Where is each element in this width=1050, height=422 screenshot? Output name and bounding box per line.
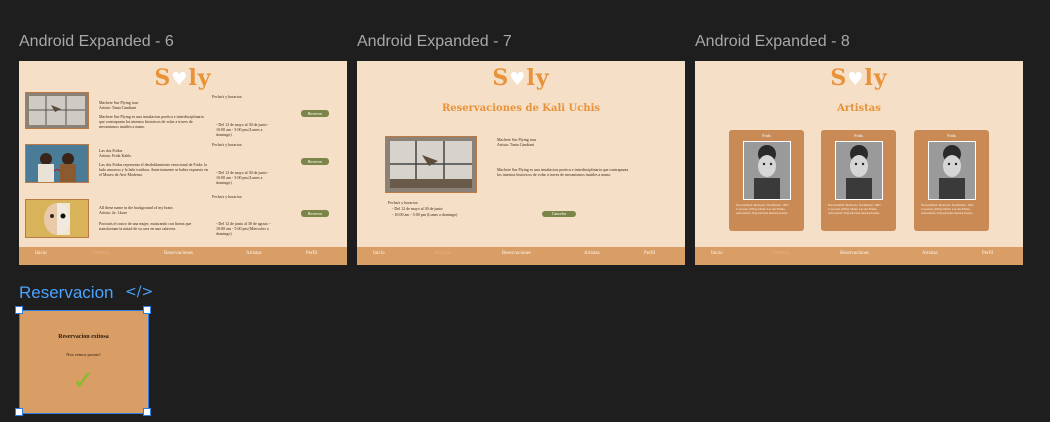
logo: S♥ly bbox=[830, 65, 888, 91]
nav-inicio[interactable]: Inicio bbox=[711, 251, 723, 256]
reserve-button[interactable]: Reservar bbox=[301, 158, 329, 165]
bottom-nav: Inicio Eventos Reservaciones Artistas Pe… bbox=[695, 247, 1023, 265]
nav-artistas[interactable]: Artistas bbox=[584, 251, 600, 256]
event-dates-label: Fecha/s y horarios: bbox=[388, 200, 419, 205]
frame-android-expanded-6[interactable]: S♥ly Machete Sur Flying tour Artista: Ta… bbox=[19, 61, 347, 265]
event-date-line: - 10:00 am - 5:00 pm (Lunes a domingo) bbox=[392, 212, 458, 217]
page-title: Reservaciones de Kali Uchis bbox=[441, 103, 601, 114]
frame-android-expanded-8[interactable]: S♥ly Artistas Frida Nacionalidad: Mexica… bbox=[695, 61, 1023, 265]
event-image[interactable] bbox=[385, 136, 477, 193]
frame-label-android-6[interactable]: Android Expanded - 6 bbox=[19, 33, 174, 51]
artist-card[interactable]: Frida Nacionalidad: Mexicana. Nacimiento… bbox=[729, 130, 804, 231]
nav-inicio[interactable]: Inicio bbox=[35, 251, 47, 256]
nav-reservaciones[interactable]: Reservaciones bbox=[840, 251, 869, 256]
event-dates-label: Fecha/s y horarios: bbox=[212, 194, 243, 199]
artist-photo bbox=[743, 141, 791, 200]
artist-name: Frida bbox=[762, 133, 771, 138]
heart-icon: ♥ bbox=[509, 69, 527, 90]
resize-handle-bottom-left[interactable] bbox=[15, 408, 23, 416]
nav-perfil[interactable]: Perfil bbox=[982, 251, 993, 256]
event-dates-label: Fecha/s y horarios: bbox=[212, 142, 243, 147]
nav-perfil[interactable]: Perfil bbox=[306, 251, 317, 256]
artist-card[interactable]: Frida Nacionalidad: Mexicana. Nacimiento… bbox=[914, 130, 989, 231]
event-description: Portraits el rostro de una mujer, mostra… bbox=[99, 221, 192, 231]
event-dates: - Del 12 de junio al 30 de agosto - 10:0… bbox=[216, 221, 271, 236]
event-artist: Artista: Frida Kahlo bbox=[99, 153, 132, 158]
event-description: Las dos Fridas representa el desdoblamie… bbox=[99, 162, 208, 177]
reserve-button[interactable]: Reservar bbox=[301, 210, 329, 217]
artist-name: Frida bbox=[854, 133, 863, 138]
bottom-nav: Inicio Eventos Reservaciones Artistas Pe… bbox=[357, 247, 685, 265]
artist-photo bbox=[928, 141, 976, 200]
nav-eventos[interactable]: Eventos bbox=[773, 251, 789, 256]
artist-name: Frida bbox=[947, 133, 956, 138]
frame-label-android-7[interactable]: Android Expanded - 7 bbox=[357, 33, 512, 51]
artist-card[interactable]: Frida Nacionalidad: Mexicana. Nacimiento… bbox=[821, 130, 896, 231]
event-date-line: - Del 12 de mayo al 30 de junio bbox=[392, 206, 443, 211]
nav-eventos[interactable]: Eventos bbox=[93, 251, 109, 256]
resize-handle-top-left[interactable] bbox=[15, 306, 23, 314]
artist-info: Nacionalidad: Mexicana. Nacimiento: 1907… bbox=[736, 203, 790, 215]
event-dates-label: Fecha/s y horarios: bbox=[212, 94, 243, 99]
frame-label-android-8[interactable]: Android Expanded - 8 bbox=[695, 33, 850, 51]
nav-perfil[interactable]: Perfil bbox=[644, 251, 655, 256]
event-artist: Artista: Ja: Lkore bbox=[99, 210, 127, 215]
page-title: Artistas bbox=[837, 103, 881, 114]
frame-android-expanded-7[interactable]: S♥ly Reservaciones de Kali Uchis Machete… bbox=[357, 61, 685, 265]
event-dates: - Del 12 de mayo al 30 de junio - 10:00 … bbox=[216, 122, 269, 137]
heart-icon: ♥ bbox=[847, 69, 865, 90]
event-artist: Artista: Tania Candiani bbox=[497, 142, 535, 147]
event-image[interactable] bbox=[25, 199, 89, 238]
nav-artistas[interactable]: Artistas bbox=[922, 251, 938, 256]
selection-outline bbox=[19, 310, 149, 414]
code-icon[interactable]: </> bbox=[125, 284, 153, 300]
logo: S♥ly bbox=[154, 65, 212, 91]
artist-photo bbox=[835, 141, 883, 200]
nav-reservaciones[interactable]: Reservaciones bbox=[164, 251, 193, 256]
artist-info: Nacionalidad: Mexicana. Nacimiento: 1907… bbox=[828, 203, 882, 215]
resize-handle-bottom-right[interactable] bbox=[143, 408, 151, 416]
event-description: Machete Sur Flying es una instalacion po… bbox=[99, 114, 204, 129]
component-label-reservacion[interactable]: Reservacion bbox=[19, 283, 114, 303]
reserve-button[interactable]: Reservar bbox=[301, 110, 329, 117]
nav-eventos[interactable]: Eventos bbox=[435, 251, 451, 256]
nav-artistas[interactable]: Artistas bbox=[246, 251, 262, 256]
event-image[interactable] bbox=[25, 92, 89, 129]
nav-inicio[interactable]: Inicio bbox=[373, 251, 385, 256]
event-artist: Artista: Tania Candiani bbox=[99, 105, 137, 110]
nav-reservaciones[interactable]: Reservaciones bbox=[502, 251, 531, 256]
cancel-button[interactable]: Cancelar bbox=[542, 211, 576, 217]
event-image[interactable] bbox=[25, 144, 89, 183]
heart-icon: ♥ bbox=[171, 69, 189, 90]
bottom-nav: Inicio Eventos Reservaciones Artistas Pe… bbox=[19, 247, 347, 265]
artist-info: Nacionalidad: Mexicana. Nacimiento: 1907… bbox=[921, 203, 975, 215]
resize-handle-top-right[interactable] bbox=[143, 306, 151, 314]
event-description: Machete Sur Flying es una instalacion po… bbox=[497, 167, 629, 177]
event-dates: - Del 12 de mayo al 30 de junio - 10:00 … bbox=[216, 170, 269, 185]
logo: S♥ly bbox=[492, 65, 550, 91]
